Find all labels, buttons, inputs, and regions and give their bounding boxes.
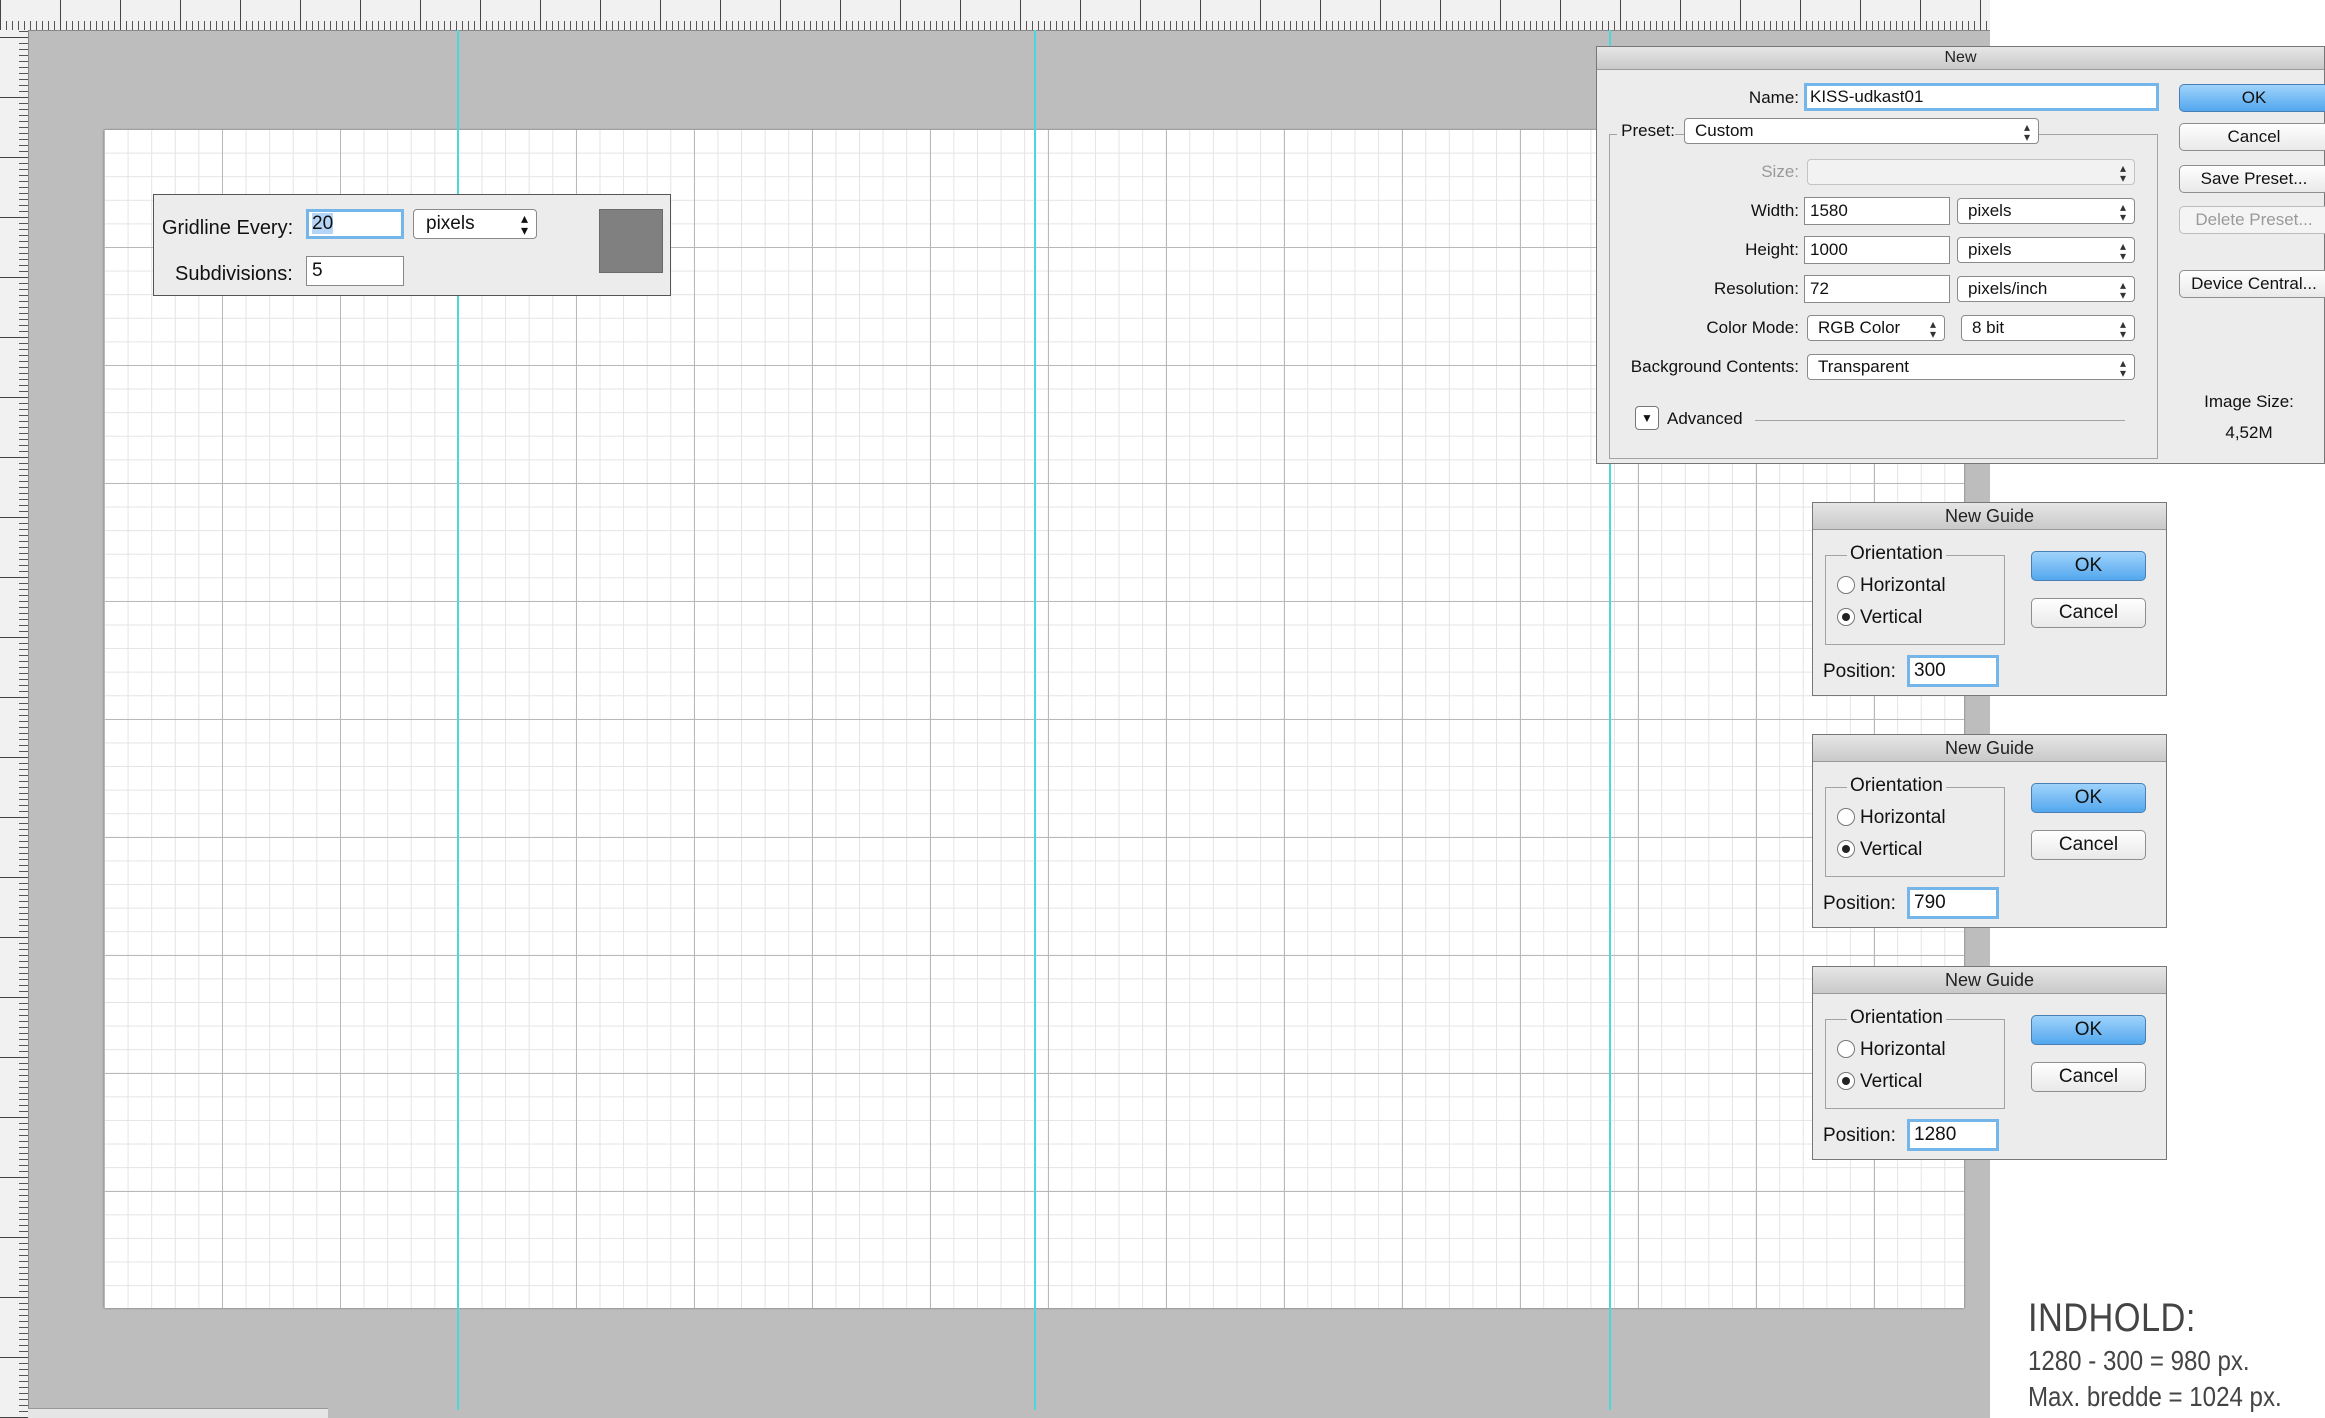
position-input[interactable]: 790 [1907, 887, 1999, 919]
image-size-label: Image Size: [2204, 392, 2294, 411]
dialog-title: New Guide [1813, 503, 2166, 530]
ok-button[interactable]: OK [2031, 1015, 2146, 1045]
horizontal-label: Horizontal [1860, 807, 1946, 828]
height-unit-select[interactable]: pixels ▴ ▾ [1957, 237, 2135, 263]
horizontal-radio[interactable]: Horizontal [1837, 807, 1946, 829]
image-size-value: 4,52M [2225, 423, 2273, 442]
vertical-label: Vertical [1860, 1071, 1923, 1092]
grid-color-swatch[interactable] [599, 209, 663, 273]
new-guide-dialog: New Guide Orientation Horizontal Vertica… [1812, 734, 2167, 928]
resolution-unit-select[interactable]: pixels/inch ▴ ▾ [1957, 276, 2135, 302]
resolution-input[interactable]: 72 [1804, 275, 1950, 303]
ok-button[interactable]: OK [2179, 84, 2325, 112]
vertical-radio[interactable]: Vertical [1837, 607, 1922, 629]
position-label: Position: [1823, 893, 1896, 914]
device-central-button[interactable]: Device Central... [2179, 270, 2325, 298]
vertical-guide[interactable] [1034, 30, 1036, 1410]
radio-selected-icon [1837, 840, 1855, 858]
size-select: ▴ ▾ [1807, 159, 2135, 185]
select-arrows-icon: ▴ ▾ [2119, 317, 2126, 341]
orientation-label: Orientation [1847, 775, 1946, 797]
save-preset-button[interactable]: Save Preset... [2179, 165, 2325, 193]
dialog-title: New Guide [1813, 967, 2166, 994]
select-arrows-icon: ▴ ▾ [2119, 239, 2126, 263]
preset-label: Preset: [1617, 121, 1675, 141]
preset-select[interactable]: Custom ▴ ▾ [1684, 118, 2039, 144]
subdivisions-input[interactable]: 5 [306, 256, 404, 286]
width-unit-select[interactable]: pixels ▴ ▾ [1957, 198, 2135, 224]
dialog-title: New Guide [1813, 735, 2166, 762]
height-input[interactable]: 1000 [1804, 236, 1950, 264]
radio-icon [1837, 1040, 1855, 1058]
width-label: Width: [1750, 201, 1799, 220]
vertical-label: Vertical [1860, 607, 1923, 628]
disclosure-triangle-icon[interactable]: ▼ [1635, 406, 1659, 430]
subdivisions-label: Subdivisions: [175, 263, 293, 285]
advanced-divider [1755, 420, 2125, 421]
orientation-group [1825, 555, 2005, 645]
radio-selected-icon [1837, 608, 1855, 626]
select-arrows-icon: ▴ ▾ [2119, 200, 2126, 224]
radio-selected-icon [1837, 1072, 1855, 1090]
orientation-group [1825, 1019, 2005, 1109]
notes-line: 1280 - 300 = 980 px. [2028, 1345, 2250, 1376]
ok-button[interactable]: OK [2031, 783, 2146, 813]
content-notes: INDHOLD: 1280 - 300 = 980 px. Max. bredd… [2028, 1296, 2325, 1418]
new-guide-dialog: New Guide Orientation Horizontal Vertica… [1812, 502, 2167, 696]
horizontal-ruler[interactable] [0, 0, 1990, 31]
new-guide-dialog: New Guide Orientation Horizontal Vertica… [1812, 966, 2167, 1160]
orientation-label: Orientation [1847, 1007, 1946, 1029]
vertical-radio[interactable]: Vertical [1837, 839, 1922, 861]
new-document-dialog: New Name: KISS-udkast01 Preset: Custom ▴ ▾… [1596, 46, 2325, 464]
select-arrows-icon: ▴ ▾ [2023, 120, 2030, 144]
horizontal-radio[interactable]: Horizontal [1837, 575, 1946, 597]
height-label: Height: [1745, 240, 1799, 259]
cancel-button[interactable]: Cancel [2031, 1062, 2146, 1092]
dialog-title: New [1597, 47, 2324, 70]
grid-preferences-panel: Gridline Every: 20 pixels ▴ ▾ Subdivisions… [153, 194, 671, 296]
name-input[interactable]: KISS-udkast01 [1804, 83, 2159, 111]
delete-preset-button: Delete Preset... [2179, 206, 2325, 234]
gridline-every-input[interactable]: 20 [306, 209, 404, 239]
notes-line: Max. bredde = 1024 px. [2028, 1381, 2282, 1412]
orientation-group [1825, 787, 2005, 877]
horizontal-label: Horizontal [1860, 1039, 1946, 1060]
cancel-button[interactable]: Cancel [2031, 598, 2146, 628]
cancel-button[interactable]: Cancel [2031, 830, 2146, 860]
horizontal-radio[interactable]: Horizontal [1837, 1039, 1946, 1061]
orientation-label: Orientation [1847, 543, 1946, 565]
advanced-label: Advanced [1667, 409, 1743, 428]
select-arrows-icon: ▴ ▾ [2119, 278, 2126, 302]
radio-icon [1837, 808, 1855, 826]
gridline-unit-select[interactable]: pixels ▴ ▾ [413, 209, 537, 239]
cancel-button[interactable]: Cancel [2179, 123, 2325, 151]
resolution-label: Resolution: [1713, 279, 1799, 298]
gridline-label: Gridline Every: [162, 217, 294, 239]
color-mode-select[interactable]: RGB Color ▴ ▾ [1807, 315, 1945, 341]
select-arrows-icon: ▴ ▾ [2119, 356, 2126, 380]
bit-depth-select[interactable]: 8 bit ▴ ▾ [1961, 315, 2135, 341]
select-arrows-icon: ▴ ▾ [2119, 161, 2126, 185]
background-contents-select[interactable]: Transparent ▴ ▾ [1807, 354, 2135, 380]
select-arrows-icon: ▴ ▾ [1929, 317, 1936, 341]
vertical-radio[interactable]: Vertical [1837, 1071, 1922, 1093]
vertical-label: Vertical [1860, 839, 1923, 860]
position-label: Position: [1823, 1125, 1896, 1146]
vertical-ruler[interactable] [0, 30, 29, 1418]
ok-button[interactable]: OK [2031, 551, 2146, 581]
horizontal-label: Horizontal [1860, 575, 1946, 596]
width-input[interactable]: 1580 [1804, 197, 1950, 225]
notes-heading: INDHOLD: [2028, 1296, 2196, 1340]
position-input[interactable]: 1280 [1907, 1119, 1999, 1151]
radio-icon [1837, 576, 1855, 594]
name-label: Name: [1748, 88, 1799, 107]
color-mode-label: Color Mode: [1706, 318, 1799, 337]
position-label: Position: [1823, 661, 1896, 682]
size-label: Size: [1761, 162, 1799, 181]
background-contents-label: Background Contents: [1630, 357, 1799, 376]
position-input[interactable]: 300 [1907, 655, 1999, 687]
select-arrows-icon: ▴ ▾ [520, 210, 528, 238]
status-bar [28, 1408, 328, 1418]
